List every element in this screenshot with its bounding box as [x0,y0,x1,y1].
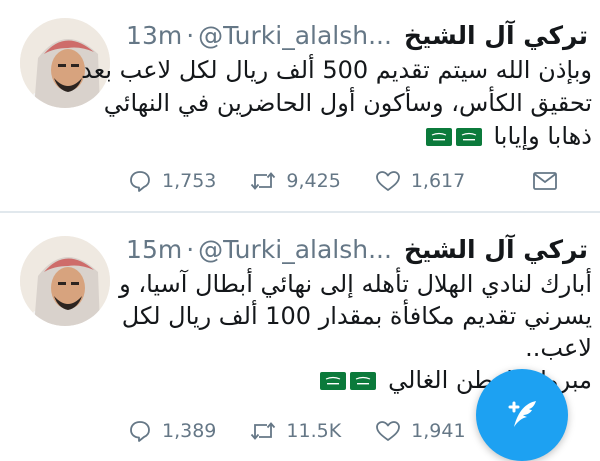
tweet-actions: 1,753 9,425 1,617 [128,166,568,196]
retweet-button[interactable]: 9,425 [250,169,341,193]
retweet-icon [251,422,276,440]
like-count: 1,617 [410,170,466,192]
avatar-image [20,236,110,326]
compose-tweet-icon [508,401,536,427]
saudi-flag-icon [350,372,377,390]
tweet-text: وبإذن الله سيتم تقديم 500 ألف ريال لكل ل… [81,54,592,153]
reply-count: 1,389 [162,420,217,442]
tweet-header: تركي آل الشيخ @Turki_alalsh... · 13m [126,18,588,52]
reply-button[interactable]: 1,753 [128,169,216,193]
like-count: 1,941 [411,420,466,442]
separator-dot: · [186,234,195,264]
saudi-flag-icon [425,128,452,146]
reply-button[interactable]: 1,389 [128,419,216,443]
flag-emojis [320,372,377,390]
author-name[interactable]: تركي آل الشيخ [404,235,588,264]
tweet-text-line: يسرني تقديم مكافأة بمقدار 100 ألف ريال ل… [121,302,592,330]
tweet-text-line: لاعب.. [525,334,592,362]
reply-icon [130,421,150,442]
compose-tweet-button[interactable] [476,369,568,461]
reply-count: 1,753 [162,170,217,192]
retweet-icon [251,172,276,190]
author-handle[interactable]: @Turki_alalsh... [198,21,392,50]
like-button[interactable]: 1,617 [375,169,465,193]
tweet-timestamp[interactable]: 13m [126,21,182,50]
separator-dot: · [186,20,195,50]
tweet-text-line: وبإذن الله سيتم تقديم 500 ألف ريال لكل ل… [81,56,592,84]
heart-icon [376,421,401,441]
tweet[interactable]: تركي آل الشيخ @Turki_alalsh... · 13m وبإ… [0,0,600,212]
author-name[interactable]: تركي آل الشيخ [404,21,588,50]
saudi-flag-icon [320,372,347,390]
tweet-text-segment: ذهابا وإيابا [493,122,592,150]
like-button[interactable]: 1,941 [375,419,466,443]
saudi-flag-icon [455,128,482,146]
retweet-button[interactable]: 11.5K [250,419,341,443]
tweet-divider [0,211,600,213]
flag-emojis [425,128,482,146]
tweet-text-line: تحقيق الكأس، وسأكون أول الحاضرين في النه… [103,89,592,117]
author-handle[interactable]: @Turki_alalsh... [198,235,392,264]
retweet-count: 9,425 [286,170,341,192]
share-button[interactable] [532,170,568,192]
mail-icon [533,172,557,190]
tweet-timestamp[interactable]: 15m [126,235,182,264]
retweet-count: 11.5K [286,420,342,442]
tweet-text-line: أبارك لنادي الهلال تأهله إلى نهائي أبطال… [119,270,592,298]
reply-icon [130,171,150,192]
tweet-text-line: ذهابا وإيابا [128,120,592,153]
avatar[interactable] [20,236,110,326]
tweet-header: تركي آل الشيخ @Turki_alalsh... · 15m [126,232,588,266]
heart-icon [375,171,400,191]
